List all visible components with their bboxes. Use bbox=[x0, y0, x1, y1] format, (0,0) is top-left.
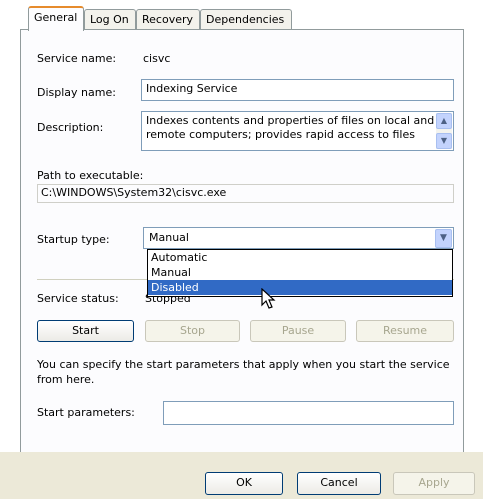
startup-type-value: Manual bbox=[149, 231, 189, 244]
path-label: Path to executable: bbox=[37, 169, 144, 182]
scroll-up-icon[interactable]: ▲ bbox=[436, 113, 452, 129]
path-value: C:\WINDOWS\System32\cisvc.exe bbox=[37, 184, 454, 203]
tab-recovery[interactable]: Recovery bbox=[136, 9, 200, 29]
ok-button[interactable]: OK bbox=[205, 472, 283, 495]
tab-general[interactable]: General bbox=[28, 6, 84, 31]
description-label: Description: bbox=[37, 121, 104, 134]
mouse-pointer-icon bbox=[261, 288, 276, 309]
option-disabled[interactable]: Disabled bbox=[148, 280, 452, 295]
hint-line-2: from here. bbox=[37, 373, 95, 386]
startup-type-label: Startup type: bbox=[37, 233, 110, 246]
tab-strip: General Log On Recovery Dependencies bbox=[28, 6, 448, 31]
service-status-label: Service status: bbox=[37, 292, 119, 305]
tab-dependencies[interactable]: Dependencies bbox=[200, 9, 292, 29]
scroll-down-icon[interactable]: ▼ bbox=[436, 133, 452, 149]
option-automatic[interactable]: Automatic bbox=[148, 250, 452, 265]
description-scrollbar[interactable]: ▲ ▼ bbox=[436, 113, 452, 149]
start-parameters-label: Start parameters: bbox=[37, 406, 135, 419]
option-manual[interactable]: Manual bbox=[148, 265, 452, 280]
service-name-value: cisvc bbox=[143, 52, 171, 65]
startup-type-select[interactable]: Manual ▼ bbox=[143, 227, 454, 249]
display-name-field[interactable]: Indexing Service bbox=[141, 79, 454, 101]
start-button[interactable]: Start bbox=[37, 320, 134, 342]
stop-button[interactable]: Stop bbox=[145, 320, 240, 342]
start-parameters-input[interactable] bbox=[163, 401, 454, 425]
description-line-2: remote computers; provides rapid access … bbox=[146, 128, 415, 141]
resume-button[interactable]: Resume bbox=[356, 320, 454, 342]
startup-type-dropdown: Automatic Manual Disabled bbox=[147, 249, 453, 297]
description-line-1: Indexes contents and properties of files… bbox=[146, 114, 435, 127]
service-name-label: Service name: bbox=[37, 52, 117, 65]
pause-button[interactable]: Pause bbox=[250, 320, 346, 342]
cancel-button[interactable]: Cancel bbox=[297, 472, 381, 495]
tab-log-on[interactable]: Log On bbox=[84, 9, 136, 29]
hint-line-1: You can specify the start parameters tha… bbox=[37, 358, 450, 371]
description-field[interactable]: Indexes contents and properties of files… bbox=[141, 111, 454, 151]
display-name-label: Display name: bbox=[37, 86, 116, 99]
apply-button[interactable]: Apply bbox=[393, 472, 475, 495]
chevron-down-icon[interactable]: ▼ bbox=[435, 229, 452, 248]
